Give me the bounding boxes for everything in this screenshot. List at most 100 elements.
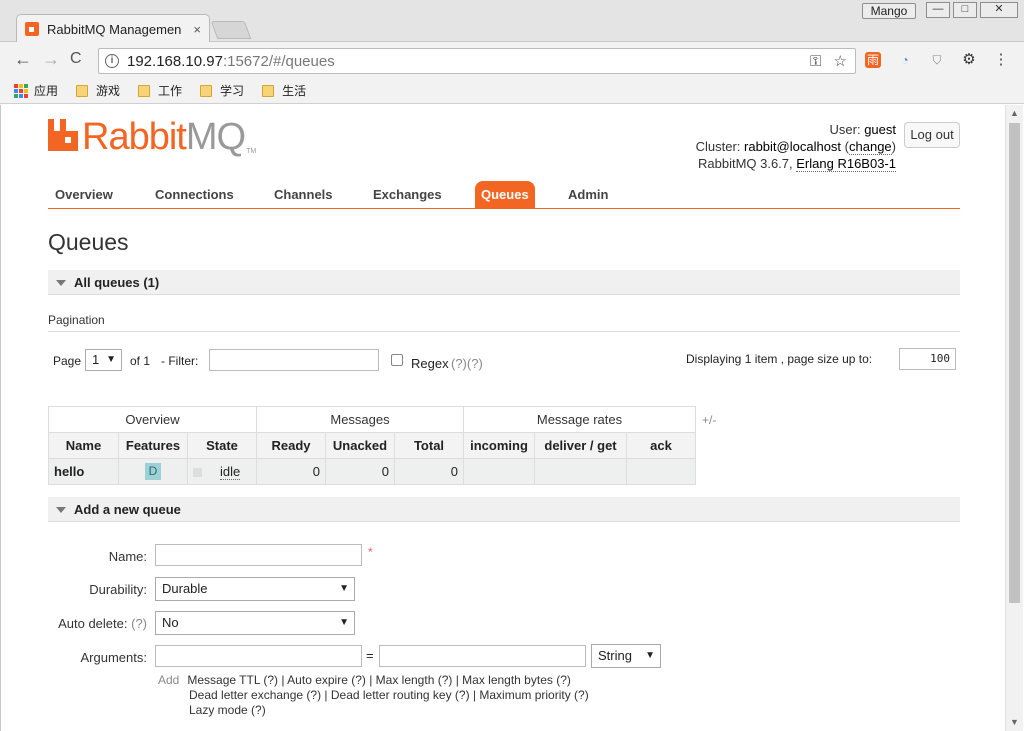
bookmark-label: 学习: [220, 84, 245, 98]
argument-value-input[interactable]: [379, 645, 586, 667]
queue-name-input[interactable]: [155, 544, 362, 566]
col-ready[interactable]: Ready: [256, 432, 326, 459]
bookmark-folder[interactable]: 游戏: [76, 82, 120, 99]
folder-icon: [138, 84, 151, 97]
page-viewport: ▲ ▼ RabbitMQ TM User: guest Cluster: rab…: [0, 105, 1024, 731]
scroll-down-arrow-icon[interactable]: ▼: [1006, 714, 1023, 731]
durable-badge: D: [145, 463, 161, 480]
bookmark-folder[interactable]: 工作: [138, 82, 182, 99]
col-total[interactable]: Total: [394, 432, 464, 459]
state-cell: idle: [187, 458, 257, 485]
argument-key-input[interactable]: [155, 645, 362, 667]
logo-trademark: TM: [246, 148, 257, 155]
bookmark-star-icon[interactable]: ☆: [834, 53, 847, 70]
col-state[interactable]: State: [187, 432, 257, 459]
window-close-button[interactable]: ✕: [980, 2, 1018, 18]
tab-channels[interactable]: Channels: [268, 181, 339, 209]
logo-wordmark: RabbitMQ: [82, 116, 246, 158]
minimize-button[interactable]: —: [926, 2, 950, 18]
tab-close-icon[interactable]: ×: [193, 22, 201, 37]
page-select[interactable]: 1 ▼: [85, 349, 122, 371]
cluster-name: rabbit@localhost: [744, 139, 842, 154]
vertical-scrollbar[interactable]: ▲ ▼: [1005, 105, 1023, 731]
bookmark-folder[interactable]: 生活: [262, 82, 306, 99]
regex-checkbox[interactable]: [391, 354, 403, 366]
col-deliver-get[interactable]: deliver / get: [534, 432, 627, 459]
logout-button[interactable]: Log out: [904, 122, 960, 148]
col-incoming[interactable]: incoming: [463, 432, 535, 459]
ready-cell: 0: [256, 458, 326, 485]
auto-delete-select[interactable]: No ▼: [155, 611, 355, 635]
settings-gear-icon[interactable]: ⚙: [961, 52, 977, 68]
key-icon[interactable]: ⚿: [810, 53, 821, 70]
argument-links-line-3[interactable]: Lazy mode (?): [158, 703, 589, 718]
profile-button[interactable]: Mango: [862, 3, 916, 19]
tab-exchanges[interactable]: Exchanges: [367, 181, 448, 209]
state-indicator-icon: [193, 468, 202, 478]
cluster-label: Cluster:: [695, 139, 741, 154]
tab-admin[interactable]: Admin: [562, 181, 614, 209]
queue-name-link[interactable]: hello: [48, 458, 119, 485]
bookmark-apps[interactable]: 应用: [14, 82, 58, 99]
rabbitmq-logo[interactable]: RabbitMQ TM: [48, 116, 257, 158]
browser-toolbar: ← → C i 192.168.10.97:15672/#/queues ⚿ ☆…: [0, 42, 1024, 78]
user-name: guest: [864, 122, 896, 137]
site-info-icon[interactable]: i: [105, 54, 119, 68]
user-info: User: guest Cluster: rabbit@localhost (c…: [695, 122, 896, 172]
tab-overview[interactable]: Overview: [49, 181, 119, 209]
col-name[interactable]: Name: [48, 432, 119, 459]
address-bar[interactable]: i 192.168.10.97:15672/#/queues ⚿ ☆: [98, 48, 856, 74]
erlang-version[interactable]: Erlang R16B03-1: [796, 156, 896, 172]
folder-icon: [262, 84, 275, 97]
maximize-button[interactable]: □: [953, 2, 977, 18]
durability-select[interactable]: Durable ▼: [155, 577, 355, 601]
forward-arrow-icon[interactable]: →: [42, 50, 60, 68]
toggle-columns-link[interactable]: +/-: [702, 413, 716, 427]
dropdown-arrow-icon: ▼: [645, 650, 655, 661]
new-tab-button[interactable]: [210, 21, 252, 39]
argument-type-select[interactable]: String ▼: [591, 644, 661, 668]
add-queue-section-toggle[interactable]: Add a new queue: [48, 497, 960, 522]
col-ack[interactable]: ack: [626, 432, 696, 459]
col-features: Features: [118, 432, 188, 459]
browser-tab-active[interactable]: RabbitMQ Managemen ×: [16, 14, 210, 43]
browser-menu-icon[interactable]: ⋮: [993, 52, 1009, 68]
filter-input[interactable]: [209, 349, 379, 371]
back-arrow-icon[interactable]: ←: [14, 50, 32, 68]
shield-icon[interactable]: ⛉: [929, 52, 945, 68]
page-label: Page: [53, 354, 82, 368]
durability-label: Durability:: [89, 582, 147, 597]
extension-icon-2[interactable]: ◔: [897, 52, 913, 68]
scroll-thumb[interactable]: [1009, 123, 1020, 603]
durability-value: Durable: [162, 581, 208, 596]
bookmark-folder[interactable]: 学习: [200, 82, 244, 99]
argument-links-line-1[interactable]: Message TTL (?) | Auto expire (?) | Max …: [187, 673, 571, 687]
auto-delete-help[interactable]: (?): [131, 616, 147, 631]
collapse-triangle-icon: [56, 280, 66, 286]
collapse-triangle-icon: [56, 507, 66, 513]
regex-help[interactable]: (?)(?): [451, 356, 483, 371]
unacked-cell: 0: [325, 458, 395, 485]
auto-delete-value: No: [162, 615, 179, 630]
change-cluster-link[interactable]: change: [849, 139, 892, 155]
page-size-input[interactable]: 100: [899, 348, 956, 370]
dropdown-arrow-icon: ▼: [339, 583, 349, 594]
tab-queues[interactable]: Queues: [475, 181, 535, 209]
all-queues-section-toggle[interactable]: All queues (1): [48, 270, 960, 295]
tab-connections[interactable]: Connections: [149, 181, 240, 209]
argument-type-value: String: [598, 648, 632, 663]
arguments-equals: =: [366, 648, 374, 663]
incoming-cell: [463, 458, 535, 485]
reload-icon[interactable]: C: [70, 50, 82, 68]
table-row[interactable]: hello D idle 0 0 0: [48, 458, 696, 485]
displaying-text: Displaying 1 item , page size up to:: [686, 352, 873, 366]
auto-delete-label: Auto delete: (?): [58, 616, 147, 631]
col-unacked[interactable]: Unacked: [325, 432, 395, 459]
scroll-up-arrow-icon[interactable]: ▲: [1006, 105, 1023, 122]
bookmarks-bar: 应用 游戏 工作 学习 生活: [0, 78, 1024, 104]
argument-links-line-2[interactable]: Dead letter exchange (?) | Dead letter r…: [158, 688, 589, 703]
total-cell: 0: [394, 458, 464, 485]
page-count: of 1: [130, 354, 151, 368]
omnibox-actions: ⚿ ☆: [810, 52, 847, 70]
extension-icon-1[interactable]: 雨: [865, 52, 881, 68]
